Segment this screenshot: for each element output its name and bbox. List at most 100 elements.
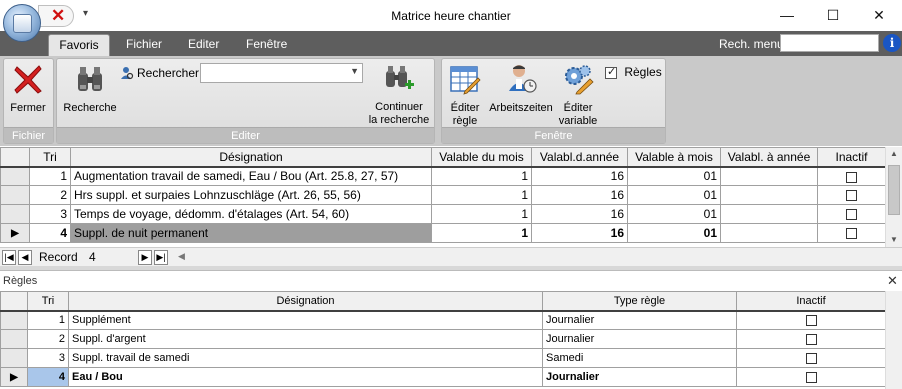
column-header-inactif[interactable]: Inactif: [817, 147, 886, 168]
last-record-icon[interactable]: ▶|: [154, 250, 168, 265]
cell-type-regle[interactable]: Journalier: [542, 367, 737, 387]
row-selector[interactable]: [0, 348, 28, 368]
table-row[interactable]: 2 Suppl. d'argent Journalier: [0, 329, 886, 349]
rechercher-combobox[interactable]: ▼: [200, 63, 363, 83]
cell-valable-a-mois[interactable]: 01: [627, 166, 721, 186]
cell-valabl-d-annee[interactable]: 16: [531, 166, 628, 186]
info-icon[interactable]: i: [883, 34, 901, 52]
cell-type-regle[interactable]: Samedi: [542, 348, 737, 368]
cell-designation[interactable]: Suppl. travail de samedi: [68, 348, 543, 368]
tab-editer[interactable]: Editer: [188, 37, 219, 51]
table-row-current[interactable]: ▶ 4 Suppl. de nuit permanent 1 16 01: [0, 223, 886, 243]
inactif-checkbox[interactable]: [846, 171, 857, 183]
cell-valabl-a-annee[interactable]: [720, 166, 818, 186]
row-selector[interactable]: [0, 310, 28, 330]
scroll-thumb[interactable]: [888, 165, 900, 215]
cell-tri[interactable]: 2: [29, 185, 71, 205]
cell-designation[interactable]: Eau / Bou: [68, 367, 543, 387]
cell-valabl-d-annee[interactable]: 16: [531, 185, 628, 205]
column-header-valabl-d-annee[interactable]: Valabl.d.année: [531, 147, 628, 168]
scroll-up-icon[interactable]: ▲: [890, 149, 898, 158]
column-header-valable-a-mois[interactable]: Valable à mois: [627, 147, 721, 168]
row-selector[interactable]: [0, 204, 30, 224]
cell-tri[interactable]: 1: [29, 166, 71, 186]
tab-favoris[interactable]: Favoris: [48, 34, 110, 57]
row-selector[interactable]: [0, 166, 30, 186]
row-selector[interactable]: [0, 185, 30, 205]
table-row[interactable]: 1 Augmentation travail de samedi, Eau / …: [0, 166, 886, 186]
cell-designation[interactable]: Temps de voyage, dédomm. d'étalages (Art…: [70, 204, 432, 224]
cell-designation[interactable]: Hrs suppl. et surpaies Lohnzuschläge (Ar…: [70, 185, 432, 205]
editer-regle-button[interactable]: Éditer règle: [445, 63, 485, 128]
cell-valabl-d-annee[interactable]: 16: [531, 223, 628, 243]
cell-type-regle[interactable]: Journalier: [542, 310, 737, 330]
main-grid-vertical-scrollbar[interactable]: ▲ ▼: [885, 147, 902, 247]
regles-checkbox-box[interactable]: ✓: [605, 66, 617, 79]
column-header-inactif[interactable]: Inactif: [736, 291, 886, 312]
cell-tri[interactable]: 4: [29, 223, 71, 243]
cell-tri[interactable]: 1: [27, 310, 69, 330]
fermer-button[interactable]: Fermer: [10, 63, 50, 115]
cell-valable-du-mois[interactable]: 1: [431, 185, 532, 205]
cell-type-regle[interactable]: Journalier: [542, 329, 737, 349]
panel-splitter[interactable]: [0, 266, 902, 271]
cell-valable-du-mois[interactable]: 1: [431, 204, 532, 224]
scroll-down-icon[interactable]: ▼: [890, 235, 898, 244]
chevron-down-icon[interactable]: ▼: [350, 66, 359, 76]
minimize-button[interactable]: —: [773, 4, 801, 26]
column-header-tri[interactable]: Tri: [29, 147, 71, 168]
cell-designation[interactable]: Suppl. d'argent: [68, 329, 543, 349]
arbeitszeiten-button[interactable]: Arbeitszeiten: [486, 63, 556, 115]
regles-grid-vertical-scrollbar[interactable]: [885, 291, 902, 389]
column-header-designation[interactable]: Désignation: [68, 291, 543, 312]
recherche-button[interactable]: Recherche: [61, 63, 119, 115]
scroll-left-icon[interactable]: ◀: [178, 251, 185, 262]
inactif-checkbox[interactable]: [805, 333, 817, 345]
column-header-valable-du-mois[interactable]: Valable du mois: [431, 147, 532, 168]
table-row[interactable]: 1 Supplément Journalier: [0, 310, 886, 330]
first-record-icon[interactable]: |◀: [2, 250, 16, 265]
current-row-arrow-icon[interactable]: ▶: [0, 367, 28, 387]
cell-valabl-a-annee[interactable]: [720, 185, 818, 205]
cell-valable-du-mois[interactable]: 1: [431, 166, 532, 186]
column-header-valabl-a-annee[interactable]: Valabl. à année: [720, 147, 818, 168]
cell-valable-a-mois[interactable]: 01: [627, 185, 721, 205]
tab-fichier[interactable]: Fichier: [126, 37, 162, 51]
cell-designation[interactable]: Augmentation travail de samedi, Eau / Bo…: [70, 166, 432, 186]
record-number-field[interactable]: 4: [89, 250, 137, 264]
regles-checkbox[interactable]: ✓ Règles: [605, 65, 662, 79]
cell-valabl-d-annee[interactable]: 16: [531, 204, 628, 224]
cell-valable-du-mois[interactable]: 1: [431, 223, 532, 243]
cell-valable-a-mois[interactable]: 01: [627, 223, 721, 243]
table-row[interactable]: 3 Temps de voyage, dédomm. d'étalages (A…: [0, 204, 886, 224]
inactif-checkbox[interactable]: [846, 228, 857, 240]
cell-tri[interactable]: 3: [29, 204, 71, 224]
table-row[interactable]: 3 Suppl. travail de samedi Samedi: [0, 348, 886, 368]
cell-designation-selected[interactable]: Suppl. de nuit permanent: [70, 223, 432, 243]
inactif-checkbox[interactable]: [846, 209, 857, 221]
row-selector[interactable]: [0, 329, 28, 349]
regles-panel-close-icon[interactable]: ✕: [887, 273, 898, 289]
inactif-checkbox[interactable]: [805, 314, 817, 326]
current-row-arrow-icon[interactable]: ▶: [0, 223, 30, 243]
application-menu-button[interactable]: [3, 4, 41, 42]
menu-search-input[interactable]: [780, 34, 879, 52]
editer-variable-button[interactable]: Éditer variable: [556, 63, 600, 128]
cell-tri-selected[interactable]: 4: [27, 367, 69, 387]
continuer-recherche-button[interactable]: Continuer la recherche: [365, 63, 433, 127]
cell-tri[interactable]: 2: [27, 329, 69, 349]
close-window-button[interactable]: ✕: [865, 4, 893, 26]
next-record-icon[interactable]: ▶: [138, 250, 152, 265]
inactif-checkbox[interactable]: [805, 352, 817, 364]
column-header-type-regle[interactable]: Type règle: [542, 291, 737, 312]
cell-tri[interactable]: 3: [27, 348, 69, 368]
inactif-checkbox[interactable]: [805, 371, 817, 383]
cell-valable-a-mois[interactable]: 01: [627, 204, 721, 224]
inactif-checkbox[interactable]: [846, 190, 857, 202]
previous-record-icon[interactable]: ◀: [18, 250, 32, 265]
column-header-tri[interactable]: Tri: [27, 291, 69, 312]
column-header-designation[interactable]: Désignation: [70, 147, 432, 168]
cell-valabl-a-annee[interactable]: [720, 223, 818, 243]
maximize-button[interactable]: ☐: [819, 4, 847, 26]
tab-fenetre[interactable]: Fenêtre: [246, 37, 287, 51]
